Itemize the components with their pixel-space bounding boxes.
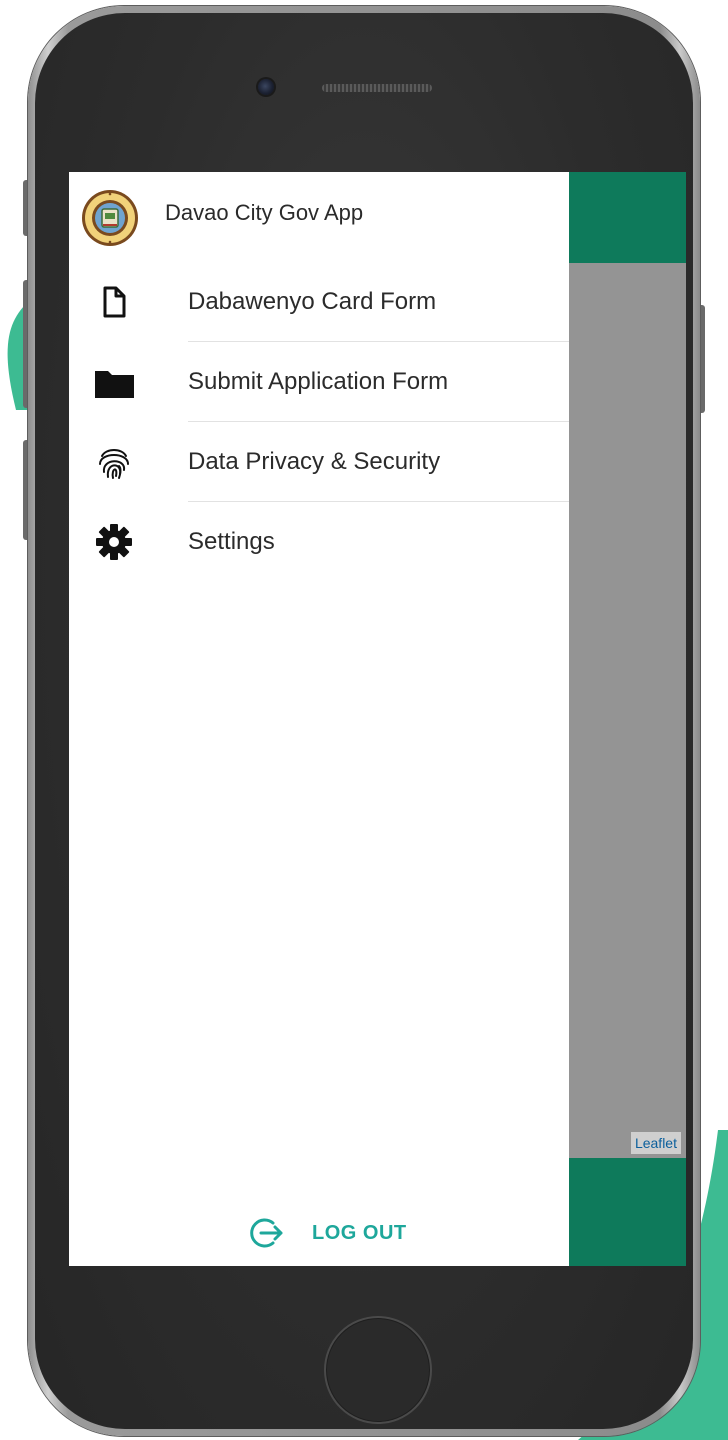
folder-icon: [95, 371, 134, 398]
menu-item-label: Submit Application Form: [188, 368, 449, 395]
phone-screen: Leaflet Davao City Gov App Dabawenyo Car…: [69, 172, 686, 1266]
drawer-header: Davao City Gov App: [69, 172, 569, 262]
front-camera: [258, 79, 274, 95]
fingerprint-icon: [99, 449, 129, 479]
menu-item-label: Data Privacy & Security: [188, 448, 441, 475]
city-seal-logo: [82, 190, 138, 246]
logout-button[interactable]: LOG OUT: [249, 1212, 449, 1252]
earpiece-speaker: [322, 84, 432, 92]
logout-icon: [250, 1218, 283, 1248]
drawer-menu: Dabawenyo Card Form Submit Application F…: [69, 262, 569, 582]
app-title: Davao City Gov App: [165, 200, 364, 225]
home-button[interactable]: [324, 1316, 432, 1424]
menu-item-label: Dabawenyo Card Form: [188, 288, 437, 315]
navigation-drawer: Davao City Gov App Dabawenyo Card Form S…: [69, 172, 569, 1266]
document-icon: [103, 286, 126, 318]
map-attribution[interactable]: Leaflet: [630, 1132, 681, 1154]
logout-label: LOG OUT: [312, 1222, 407, 1244]
menu-item-submit-application-form[interactable]: Submit Application Form: [69, 342, 569, 422]
menu-item-label: Settings: [188, 528, 275, 555]
menu-item-settings[interactable]: Settings: [69, 502, 569, 582]
gear-icon: [96, 524, 132, 560]
menu-item-dabawenyo-card-form[interactable]: Dabawenyo Card Form: [69, 262, 569, 342]
menu-item-data-privacy-security[interactable]: Data Privacy & Security: [69, 422, 569, 502]
